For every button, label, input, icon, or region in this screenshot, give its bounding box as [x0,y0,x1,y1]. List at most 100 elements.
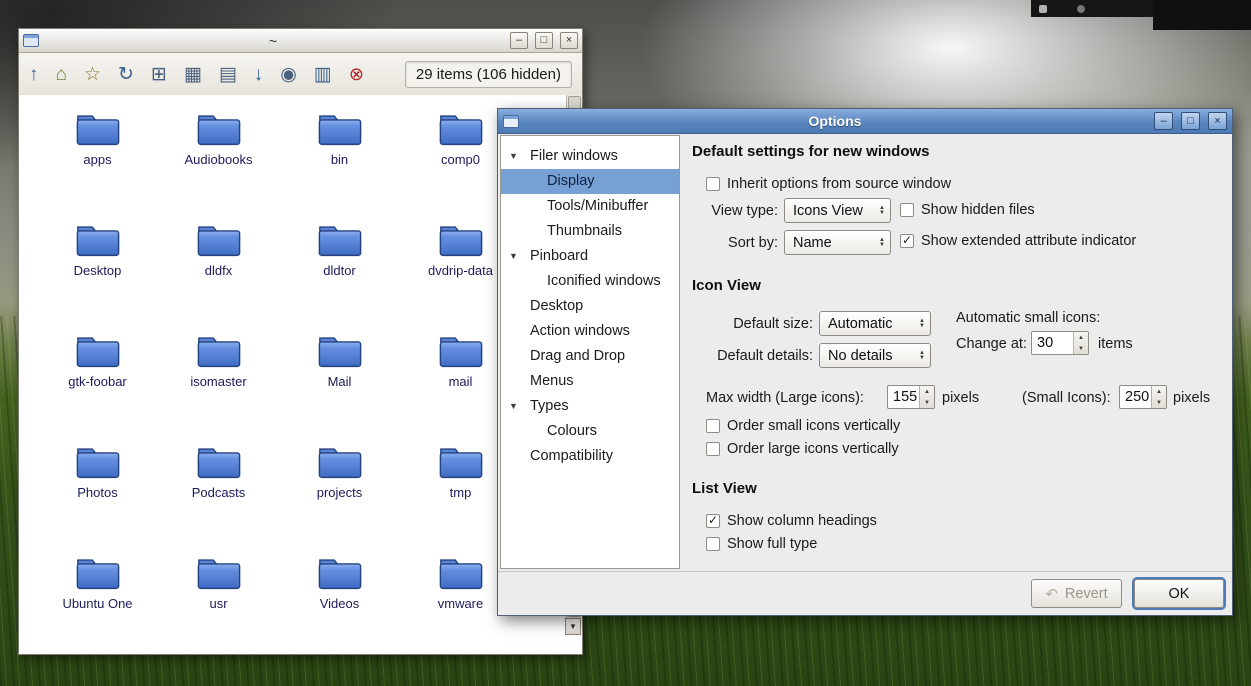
folder-icon [439,337,482,368]
section-heading-icon-view: Icon View [692,277,761,294]
extended-attribute-checkbox[interactable]: Show extended attribute indicator [900,233,1136,249]
show-column-headings-checkbox[interactable]: Show column headings [706,513,877,529]
new-window-icon[interactable]: ⊞ [151,65,167,84]
folder-item[interactable]: apps [37,103,158,214]
folder-name: usr [209,596,228,611]
order-small-icons-checkbox[interactable]: Order small icons vertically [706,418,900,434]
folder-name: Ubuntu One [62,596,133,611]
folder-icon [76,559,119,590]
show-full-type-checkbox[interactable]: Show full type [706,536,817,552]
expander-icon[interactable] [509,244,518,269]
combo-value: No details [828,347,893,364]
icons-view-icon[interactable]: ▦ [184,65,202,84]
folder-item[interactable]: dldfx [158,214,279,325]
folder-name: Videos [319,596,360,611]
folder-icon [439,115,482,146]
spinner-arrows-icon[interactable]: ▲ ▼ [919,386,934,408]
small-icons-spinner[interactable]: 250 ▲ ▼ [1119,385,1167,409]
maximize-button[interactable]: □ [1181,112,1200,130]
sort-icon[interactable]: ↓ [254,65,264,84]
folder-name: Podcasts [191,485,246,500]
tree-item-action-windows[interactable]: Action windows [501,319,679,344]
tree-item-label: Display [547,173,595,189]
show-hidden-icon[interactable]: ◉ [280,65,297,84]
close-button[interactable]: × [1208,112,1227,130]
select-icon[interactable]: ⊗ [349,65,364,83]
folder-name: apps [83,152,112,167]
folder-item[interactable]: Audiobooks [158,103,279,214]
tree-item-pinboard[interactable]: Pinboard [501,244,679,269]
home-icon[interactable]: ⌂ [56,65,67,84]
scroll-down-icon[interactable] [565,618,581,635]
list-view-icon[interactable]: ▤ [219,65,237,84]
ok-button[interactable]: OK [1134,579,1224,608]
checkbox-box[interactable] [706,419,720,433]
section-heading-new-windows: Default settings for new windows [692,143,930,160]
folder-item[interactable]: usr [158,547,279,654]
tree-item-desktop[interactable]: Desktop [501,294,679,319]
expander-icon[interactable] [509,394,518,419]
tree-item-colours[interactable]: Colours [501,419,679,444]
minimize-button[interactable]: – [1154,112,1173,130]
folder-item[interactable]: bin [279,103,400,214]
show-hidden-files-checkbox[interactable]: Show hidden files [900,202,1035,218]
order-large-icons-checkbox[interactable]: Order large icons vertically [706,441,899,457]
bookmarks-icon[interactable]: ☆ [84,65,101,84]
view-type-label: View type: [711,203,778,219]
tree-item-menus[interactable]: Menus [501,369,679,394]
small-icons-label: (Small Icons): [1022,390,1111,406]
tree-item-label: Pinboard [530,248,589,264]
close-button[interactable]: × [560,32,578,49]
tree-item-filer-windows[interactable]: Filer windows [501,144,679,169]
default-size-label: Default size: [733,316,813,332]
inherit-options-checkbox[interactable]: Inherit options from source window [706,176,951,192]
expander-icon[interactable] [509,144,518,169]
folder-item[interactable]: Desktop [37,214,158,325]
tree-item-iconified-windows[interactable]: Iconified windows [501,269,679,294]
folder-item[interactable]: Podcasts [158,436,279,547]
folder-item[interactable]: Ubuntu One [37,547,158,654]
checkbox-box[interactable] [900,234,914,248]
dialog-titlebar[interactable]: Options – □ × [498,109,1232,134]
max-width-spinner[interactable]: 155 ▲ ▼ [887,385,935,409]
refresh-icon[interactable]: ↻ [118,65,134,84]
tree-item-label: Compatibility [530,448,613,464]
details-icon[interactable]: ▥ [314,65,332,84]
tree-item-compatibility[interactable]: Compatibility [501,444,679,469]
maximize-button[interactable]: □ [535,32,553,49]
folder-item[interactable]: projects [279,436,400,547]
tree-item-tools-minibuffer[interactable]: Tools/Minibuffer [501,194,679,219]
tree-item-types[interactable]: Types [501,394,679,419]
checkbox-label: Show full type [727,536,818,552]
folder-item[interactable]: dldtor [279,214,400,325]
default-details-select[interactable]: No details [819,343,931,368]
filer-titlebar[interactable]: ~ – □ × [19,29,582,53]
folder-item[interactable]: gtk-foobar [37,325,158,436]
up-icon[interactable]: ↑ [29,65,39,84]
tree-item-label: Iconified windows [547,273,661,289]
default-size-select[interactable]: Automatic [819,311,931,336]
tree-item-drag-and-drop[interactable]: Drag and Drop [501,344,679,369]
tree-item-thumbnails[interactable]: Thumbnails [501,219,679,244]
spinner-arrows-icon[interactable]: ▲ ▼ [1151,386,1166,408]
folder-item[interactable]: Videos [279,547,400,654]
checkbox-box[interactable] [706,537,720,551]
checkbox-box[interactable] [706,514,720,528]
combo-arrows-icon [911,319,925,329]
dialog-title: Options [808,113,862,129]
minimize-button[interactable]: – [510,32,528,49]
checkbox-box[interactable] [706,442,720,456]
sort-by-select[interactable]: Name [784,230,891,255]
revert-button[interactable]: ↶ Revert [1031,579,1122,608]
checkbox-box[interactable] [706,177,720,191]
folder-item[interactable]: Mail [279,325,400,436]
pixels-label: pixels [1173,390,1211,406]
checkbox-box[interactable] [900,203,914,217]
folder-item[interactable]: Photos [37,436,158,547]
view-type-select[interactable]: Icons View [784,198,891,223]
folder-item[interactable]: isomaster [158,325,279,436]
combo-arrows-icon [871,206,885,216]
change-at-spinner[interactable]: 30 ▲ ▼ [1031,331,1089,355]
spinner-arrows-icon[interactable]: ▲ ▼ [1073,332,1088,354]
tree-item-display[interactable]: Display [501,169,679,194]
